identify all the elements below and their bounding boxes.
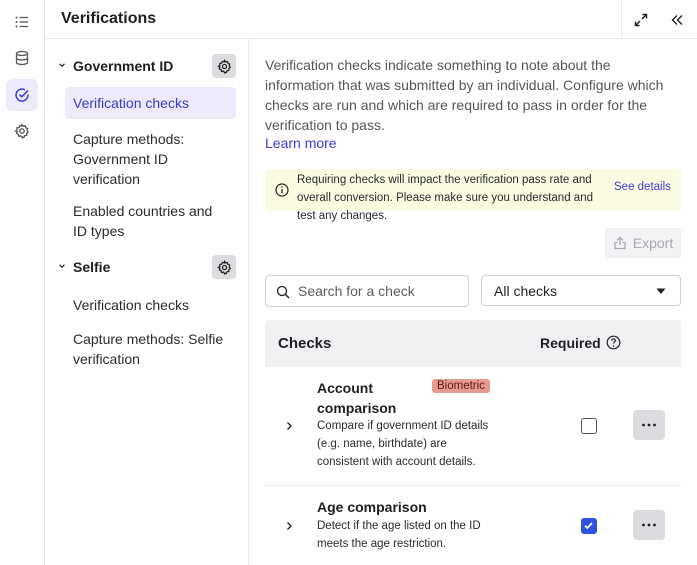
check-circle-icon [15,88,29,102]
learn-more-link[interactable]: Learn more [265,135,337,151]
alert-message: Requiring checks will impact the verific… [297,174,593,222]
group-selfie[interactable]: Selfie [45,253,249,281]
filter-selected-value: All checks [494,283,558,299]
search-input[interactable] [298,276,466,306]
chevron-down-icon [59,264,65,269]
sidebar-item-verification-checks[interactable]: Verification checks [65,87,236,119]
more-horizontal-icon [642,423,656,427]
expand-icon [634,13,648,27]
table-row: Account comparison Biometric Compare if … [265,367,681,486]
gear-icon [216,58,231,74]
warning-alert: Requiring checks will impact the verific… [265,169,681,222]
check-description: Detect if the age listed on the ID meets… [317,520,481,550]
rail-verifications-button[interactable] [6,79,38,111]
required-checkbox[interactable] [581,418,597,434]
sidebar-item-selfie-verification-checks[interactable]: Verification checks [65,289,236,321]
sidebar-item-capture-methods-government-id[interactable]: Capture methods: Government ID verificat… [65,123,236,195]
more-options-button[interactable] [633,410,665,440]
export-icon [614,236,626,250]
collapse-panel-button[interactable] [665,8,689,32]
help-icon[interactable] [606,335,621,350]
search-icon [276,285,290,299]
header-divider [621,0,622,38]
more-options-button[interactable] [633,510,665,540]
check-title: Age comparison [317,499,427,515]
column-header-required: Required [540,335,601,351]
sidebar-item-enabled-countries[interactable]: Enabled countries and ID types [65,195,236,247]
rail-list-button[interactable] [6,6,38,38]
checks-filter-select[interactable]: All checks [481,275,681,306]
check-title: Account comparison [317,380,397,416]
double-chevron-left-icon [671,15,683,25]
group-label: Government ID [73,58,174,74]
chevron-down-icon [59,63,65,68]
page-title: Verifications [61,10,157,27]
main-content: Verification checks indicate something t… [249,39,697,565]
icon-rail [0,0,45,565]
expand-button[interactable] [629,8,653,32]
selfie-settings-button[interactable] [212,255,236,279]
rail-database-button[interactable] [6,42,38,74]
check-description: Compare if government ID details (e.g. n… [317,420,489,468]
gear-icon [14,123,30,139]
intro-text: Verification checks indicate something t… [265,57,664,133]
caret-down-icon [656,288,666,294]
export-button[interactable]: Export [605,228,681,258]
required-checkbox-checked[interactable] [581,518,597,534]
checkmark-icon [584,522,593,530]
table-row: Age comparison Detect if the age listed … [265,486,681,565]
export-label: Export [632,235,674,251]
checks-table-header: Checks Required [265,320,681,367]
page-header: Verifications [45,0,697,39]
rail-settings-button[interactable] [6,115,38,147]
chevron-right-icon[interactable] [285,421,293,431]
settings-sidebar: Government ID Verification checks Captur… [45,39,249,565]
column-header-checks: Checks [278,335,332,352]
sidebar-item-capture-methods-selfie[interactable]: Capture methods: Selfie verification [65,323,236,375]
database-icon [15,50,29,66]
see-details-link[interactable]: See details [614,181,671,193]
more-horizontal-icon [642,523,656,527]
group-government-id[interactable]: Government ID [45,52,249,80]
list-icon [15,16,28,28]
government-id-settings-button[interactable] [212,54,236,78]
search-box [265,275,469,307]
gear-icon [216,259,231,275]
info-icon [275,183,289,197]
biometric-badge: Biometric [432,379,490,393]
chevron-right-icon[interactable] [285,521,293,531]
group-label: Selfie [73,259,111,275]
